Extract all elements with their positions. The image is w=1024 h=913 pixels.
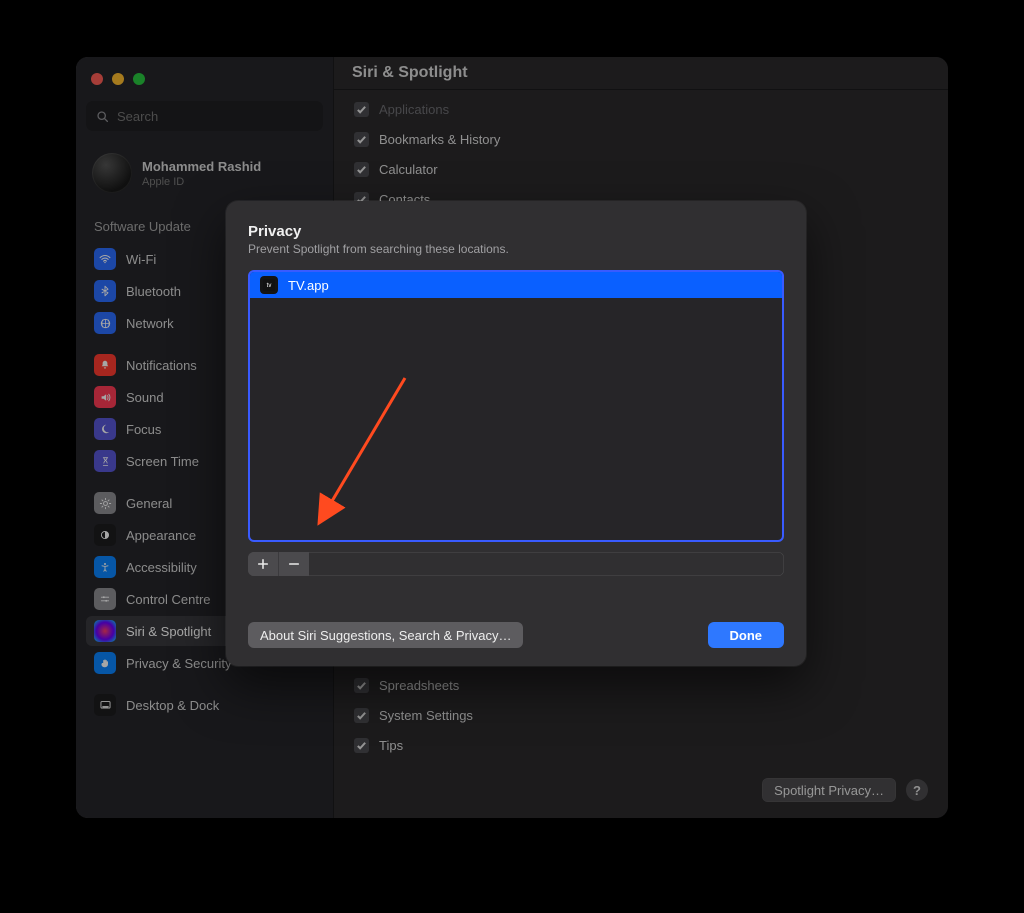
check-label: Tips bbox=[379, 738, 403, 753]
sidebar-item-label: Notifications bbox=[126, 358, 197, 373]
check-label: Bookmarks & History bbox=[379, 132, 500, 147]
sheet-description: Prevent Spotlight from searching these l… bbox=[248, 242, 784, 256]
minimize-window-icon[interactable] bbox=[112, 73, 124, 85]
sidebar-item-label: Accessibility bbox=[126, 560, 197, 575]
account-row[interactable]: Mohammed Rashid Apple ID bbox=[86, 147, 323, 205]
svg-text:tv: tv bbox=[267, 283, 272, 289]
check-label: Spreadsheets bbox=[379, 678, 459, 693]
about-privacy-button[interactable]: About Siri Suggestions, Search & Privacy… bbox=[248, 622, 523, 648]
sidebar-item-label: Bluetooth bbox=[126, 284, 181, 299]
check-row[interactable]: Tips bbox=[354, 732, 928, 758]
check-row[interactable]: Bookmarks & History bbox=[354, 126, 928, 152]
search-input[interactable] bbox=[115, 108, 313, 125]
spotlight-privacy-button[interactable]: Spotlight Privacy… bbox=[762, 778, 896, 802]
siri-icon bbox=[94, 620, 116, 642]
search-icon bbox=[96, 110, 109, 123]
network-icon bbox=[94, 312, 116, 334]
add-button[interactable] bbox=[248, 552, 278, 576]
minus-icon bbox=[288, 558, 300, 570]
sheet-title: Privacy bbox=[248, 223, 784, 240]
check-label: Applications bbox=[379, 102, 449, 117]
checkbox-icon[interactable] bbox=[354, 162, 369, 177]
list-item-label: TV.app bbox=[288, 278, 329, 293]
wifi-icon bbox=[94, 248, 116, 270]
gear-icon bbox=[94, 492, 116, 514]
account-name: Mohammed Rashid bbox=[142, 159, 261, 174]
help-button[interactable]: ? bbox=[906, 779, 928, 801]
checkbox-icon[interactable] bbox=[354, 738, 369, 753]
check-row[interactable]: Spreadsheets bbox=[354, 672, 928, 698]
sheet-buttons: About Siri Suggestions, Search & Privacy… bbox=[248, 576, 784, 648]
sidebar-item-label: Control Centre bbox=[126, 592, 211, 607]
sidebar-item-label: Desktop & Dock bbox=[126, 698, 219, 713]
sidebar-item-label: Network bbox=[126, 316, 174, 331]
checkbox-icon[interactable] bbox=[354, 678, 369, 693]
sidebar-item-label: Appearance bbox=[126, 528, 196, 543]
plus-icon bbox=[257, 558, 269, 570]
checkbox-icon[interactable] bbox=[354, 132, 369, 147]
checkbox-icon[interactable] bbox=[354, 708, 369, 723]
check-row-applications[interactable]: Applications bbox=[354, 96, 928, 122]
check-row[interactable]: System Settings bbox=[354, 702, 928, 728]
dock-icon bbox=[94, 694, 116, 716]
account-sub: Apple ID bbox=[142, 176, 261, 188]
speaker-icon bbox=[94, 386, 116, 408]
sidebar-item-desktop-dock[interactable]: Desktop & Dock bbox=[86, 690, 323, 720]
check-label: System Settings bbox=[379, 708, 473, 723]
sidebar-item-label: General bbox=[126, 496, 172, 511]
zoom-window-icon[interactable] bbox=[133, 73, 145, 85]
main-footer: Spotlight Privacy… ? bbox=[354, 762, 928, 802]
sidebar-item-label: Focus bbox=[126, 422, 161, 437]
add-remove-segment bbox=[248, 552, 784, 576]
window-controls bbox=[86, 71, 323, 95]
bell-icon bbox=[94, 354, 116, 376]
search-field[interactable] bbox=[86, 101, 323, 131]
tv-app-icon: tv bbox=[260, 276, 278, 294]
bluetooth-icon bbox=[94, 280, 116, 302]
check-row[interactable]: Calculator bbox=[354, 156, 928, 182]
appearance-icon bbox=[94, 524, 116, 546]
privacy-location-list[interactable]: tv TV.app bbox=[248, 270, 784, 542]
titlebar: Siri & Spotlight bbox=[334, 57, 948, 90]
sidebar-item-label: Sound bbox=[126, 390, 164, 405]
checkbox-icon[interactable] bbox=[354, 102, 369, 117]
close-window-icon[interactable] bbox=[91, 73, 103, 85]
privacy-sheet: Privacy Prevent Spotlight from searching… bbox=[226, 201, 806, 666]
avatar bbox=[92, 153, 132, 193]
done-button[interactable]: Done bbox=[708, 622, 785, 648]
check-label: Calculator bbox=[379, 162, 438, 177]
hourglass-icon bbox=[94, 450, 116, 472]
sidebar-item-label: Screen Time bbox=[126, 454, 199, 469]
sidebar-item-label: Wi-Fi bbox=[126, 252, 156, 267]
list-item[interactable]: tv TV.app bbox=[250, 272, 782, 298]
sidebar-item-label: Privacy & Security bbox=[126, 656, 231, 671]
sliders-icon bbox=[94, 588, 116, 610]
remove-button[interactable] bbox=[278, 552, 309, 576]
hand-icon bbox=[94, 652, 116, 674]
moon-icon bbox=[94, 418, 116, 440]
sidebar-item-label: Siri & Spotlight bbox=[126, 624, 211, 639]
accessibility-icon bbox=[94, 556, 116, 578]
page-title: Siri & Spotlight bbox=[352, 64, 468, 82]
